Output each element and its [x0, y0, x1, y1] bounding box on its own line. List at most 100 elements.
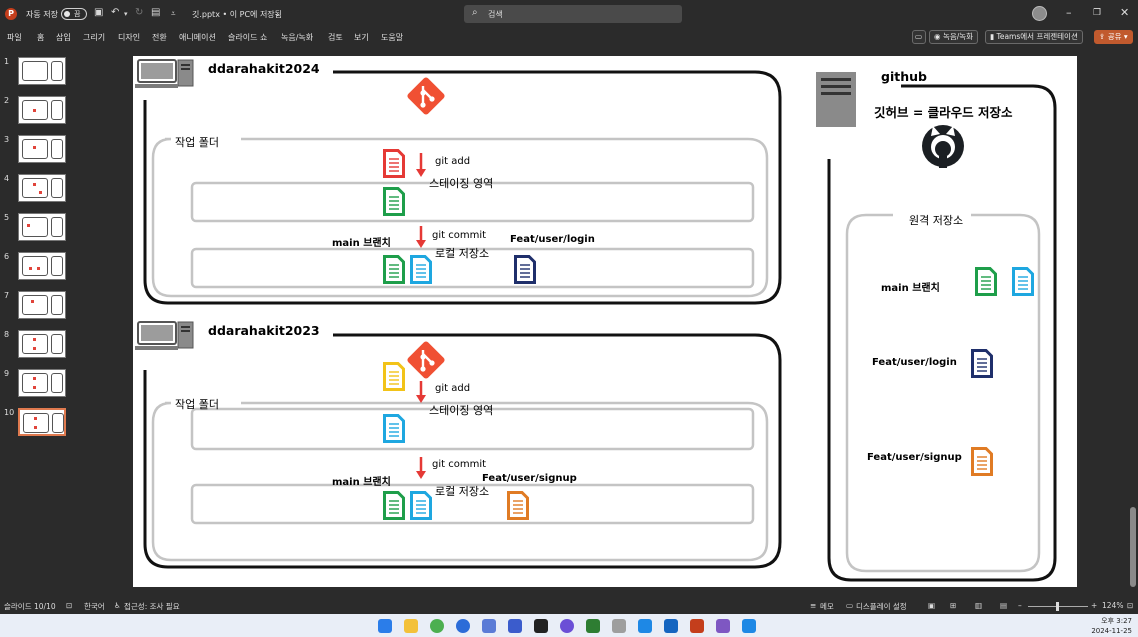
- minimize-icon[interactable]: –: [1066, 6, 1072, 19]
- display-icon[interactable]: ▭: [846, 601, 853, 610]
- slide-thumbnail[interactable]: [18, 252, 66, 280]
- tab-record[interactable]: 녹음/녹화: [281, 32, 313, 43]
- restore-icon[interactable]: ❐: [1093, 8, 1101, 18]
- vertical-scrollbar[interactable]: [1128, 46, 1138, 598]
- tab-home[interactable]: 홈: [37, 32, 44, 43]
- slide-thumbnail[interactable]: [18, 330, 66, 358]
- thumbnail-row[interactable]: 10: [0, 408, 80, 444]
- terminal-icon[interactable]: [534, 619, 548, 633]
- search-input[interactable]: ⌕ 검색: [464, 5, 682, 23]
- windows-start-icon[interactable]: [378, 619, 392, 633]
- share-icon: ⇪: [1099, 32, 1106, 41]
- language-indicator[interactable]: 한국어: [84, 601, 105, 612]
- thumbnail-row[interactable]: 8: [0, 330, 80, 366]
- slide-thumbnail[interactable]: [18, 96, 66, 124]
- arrow-head: [416, 240, 426, 248]
- slide-thumbnail[interactable]: [18, 291, 66, 319]
- save-icon[interactable]: ▣: [94, 7, 103, 18]
- chrome-icon[interactable]: [430, 619, 444, 633]
- tab-slideshow[interactable]: 슬라이드 쇼: [228, 32, 267, 43]
- slide-thumbnail[interactable]: [18, 135, 66, 163]
- system-clock[interactable]: 오후 3:27 2024-11-25: [1086, 616, 1132, 636]
- thumbnail-row[interactable]: 6: [0, 252, 80, 288]
- document-icon-navy: [514, 255, 536, 284]
- clock-time: 오후 3:27: [1101, 617, 1132, 625]
- record-label: 녹음/녹화: [942, 32, 974, 41]
- accessibility-icon[interactable]: ♿: [114, 601, 121, 610]
- zoom-in-icon[interactable]: +: [1091, 601, 1097, 610]
- fit-slide-icon[interactable]: ⊡: [1127, 601, 1133, 610]
- tab-help[interactable]: 도움말: [381, 32, 403, 43]
- edge-icon[interactable]: [456, 619, 470, 633]
- thumbnail-row[interactable]: 7: [0, 291, 80, 327]
- tab-draw[interactable]: 그리기: [83, 32, 105, 43]
- autosave-state: 끔: [74, 10, 81, 18]
- zoom-out-icon[interactable]: –: [1018, 601, 1022, 610]
- slide-thumbnail-active[interactable]: [18, 408, 66, 436]
- tab-design[interactable]: 디자인: [118, 32, 140, 43]
- tab-transitions[interactable]: 전환: [152, 32, 167, 43]
- record-button[interactable]: ◉ 녹음/녹화: [929, 30, 979, 44]
- slideshow-icon[interactable]: ▤: [1000, 601, 1007, 610]
- excel-icon[interactable]: [586, 619, 600, 633]
- share-button[interactable]: ⇪ 공유 ▾: [1094, 30, 1133, 44]
- feat-branch-label: Feat/user/login: [510, 234, 595, 245]
- discord-icon[interactable]: [560, 619, 574, 633]
- present-from-start-icon[interactable]: ▤: [151, 7, 160, 18]
- notes-button[interactable]: 메모: [820, 601, 834, 612]
- document-icon-blue: [410, 255, 432, 284]
- app-icon[interactable]: [612, 619, 626, 633]
- comments-button[interactable]: ▭: [912, 30, 926, 44]
- undo-icon[interactable]: ↶: [111, 7, 119, 18]
- thumbnail-row[interactable]: 4: [0, 174, 80, 210]
- display-settings-button[interactable]: 디스플레이 설정: [856, 601, 907, 612]
- thumbnail-row[interactable]: 9: [0, 369, 80, 405]
- staging-area-label: 스테이징 영역: [429, 177, 494, 190]
- document-title[interactable]: 깃.pptx • 이 PC에 저장됨: [192, 9, 282, 20]
- thumbnail-number: 10: [4, 408, 15, 417]
- document-icon-navy: [971, 349, 993, 378]
- close-icon[interactable]: ✕: [1120, 6, 1129, 19]
- thumbnail-row[interactable]: 1: [0, 57, 80, 93]
- slide-sorter-icon[interactable]: ⊞: [950, 601, 956, 610]
- vscode-icon[interactable]: [742, 619, 756, 633]
- zoom-level[interactable]: 124%: [1102, 601, 1123, 610]
- thumbnail-number: 2: [4, 96, 10, 105]
- calculator-icon[interactable]: [508, 619, 522, 633]
- teams-present-button[interactable]: ▮ Teams에서 프레젠테이션: [985, 30, 1083, 44]
- powerpoint-taskbar-icon[interactable]: [690, 619, 704, 633]
- normal-view-icon[interactable]: ▣: [928, 601, 935, 610]
- slide-canvas[interactable]: ddarahakit2024 작업 폴더 git add 스테이징 영역 git…: [133, 56, 1077, 587]
- tab-file[interactable]: 파일: [7, 32, 22, 43]
- app-icon[interactable]: [716, 619, 730, 633]
- slide-thumbnail[interactable]: [18, 57, 66, 85]
- thumbnail-row[interactable]: 3: [0, 135, 80, 171]
- chevron-down-icon[interactable]: ⌄: [274, 9, 281, 18]
- spellcheck-icon[interactable]: ⊡: [66, 601, 72, 610]
- powerpoint-logo-icon: P: [5, 8, 17, 20]
- messenger-icon[interactable]: [482, 619, 496, 633]
- accessibility-status[interactable]: 접근성: 조사 필요: [124, 601, 180, 612]
- word-icon[interactable]: [664, 619, 678, 633]
- app-icon[interactable]: [638, 619, 652, 633]
- scrollbar-thumb[interactable]: [1130, 507, 1136, 587]
- redo-icon[interactable]: ↻: [135, 7, 143, 18]
- reading-view-icon[interactable]: ▥: [975, 601, 982, 610]
- slide-thumbnail[interactable]: [18, 174, 66, 202]
- zoom-slider-thumb[interactable]: [1056, 602, 1059, 611]
- tab-insert[interactable]: 삽입: [56, 32, 71, 43]
- slide-thumbnail[interactable]: [18, 213, 66, 241]
- tab-animations[interactable]: 애니메이션: [179, 32, 216, 43]
- tab-view[interactable]: 보기: [354, 32, 369, 43]
- thumbnail-row[interactable]: 5: [0, 213, 80, 249]
- slide-thumbnail[interactable]: [18, 369, 66, 397]
- arrow-head: [416, 169, 426, 177]
- customize-toolbar-icon[interactable]: ⩡: [171, 9, 176, 19]
- thumbnail-row[interactable]: 2: [0, 96, 80, 132]
- autosave-toggle[interactable]: 끔: [61, 8, 87, 20]
- undo-dropdown-icon[interactable]: ▾: [124, 10, 128, 18]
- tab-review[interactable]: 검토: [328, 32, 343, 43]
- file-explorer-icon[interactable]: [404, 619, 418, 633]
- account-avatar[interactable]: [1032, 6, 1047, 21]
- notes-icon[interactable]: ≡: [810, 601, 816, 610]
